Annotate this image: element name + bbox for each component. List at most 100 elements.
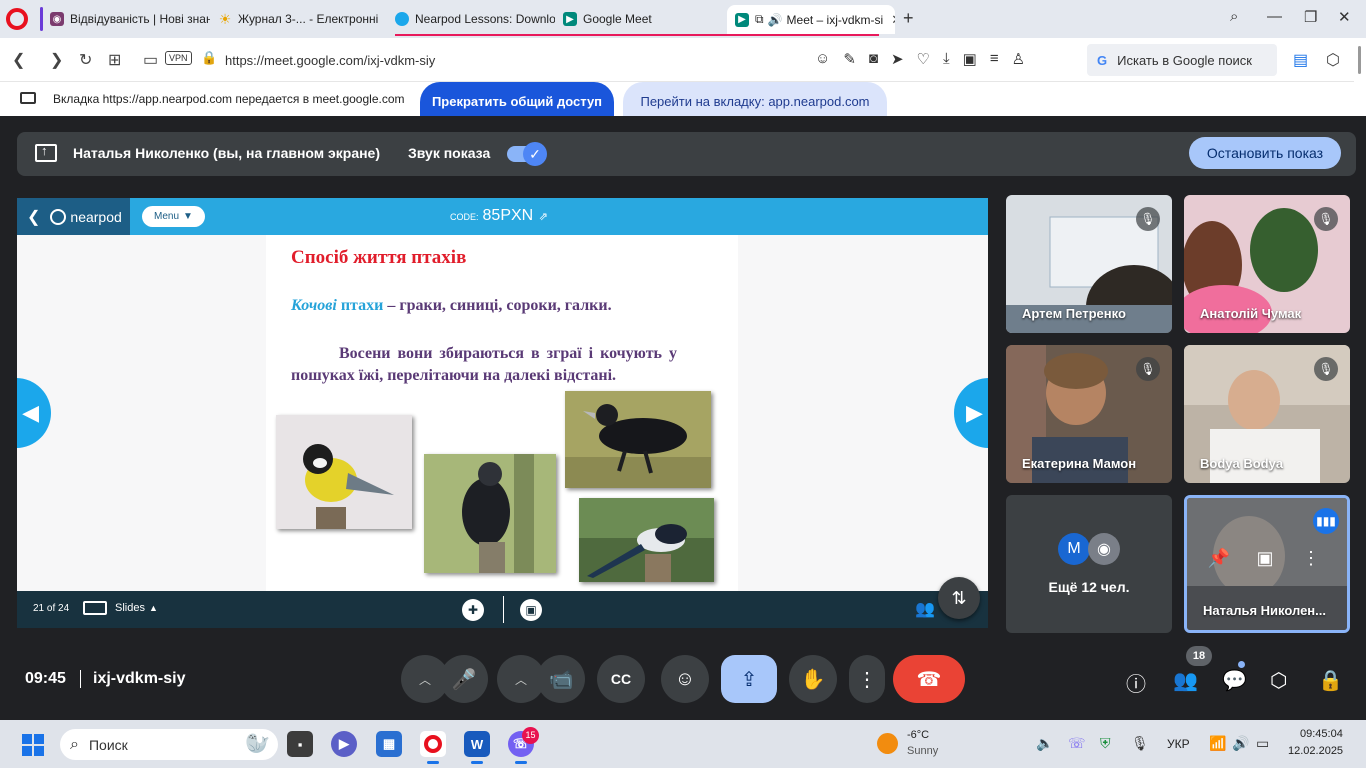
self-tile[interactable]: ▮▮▮ 📌 ▣ ⋮ Наталья Николен... [1184, 495, 1350, 633]
more-participants-tile[interactable]: M ◉ Ещё 12 чел. [1006, 495, 1172, 633]
participant-tile[interactable]: 🎙 Bodya Bodya [1184, 345, 1350, 483]
external-link-icon[interactable]: ⇗ [539, 211, 548, 223]
clock-date[interactable]: 12.02.2025 [1288, 745, 1343, 757]
go-to-tab-button[interactable]: Перейти на вкладку: app.nearpod.com [623, 82, 887, 120]
nearpod-logo-icon [50, 208, 67, 225]
vpn-badge[interactable]: VPN [165, 51, 192, 65]
caret-down-icon: ▼ [183, 211, 193, 222]
students-icon[interactable]: 👥 [915, 599, 935, 619]
present-button[interactable]: ⇪ [721, 655, 777, 703]
speaker-muted-icon[interactable]: 🔈 [1036, 735, 1053, 752]
tab-search-icon[interactable]: ⌕ [1230, 8, 1238, 25]
weather-sun-icon[interactable] [877, 733, 898, 754]
task-view-icon[interactable]: ▪ [287, 731, 313, 757]
back-icon[interactable]: ❮ [12, 50, 25, 70]
reactions-button[interactable]: ☺ [661, 655, 709, 703]
forward-icon[interactable]: ❯ [50, 50, 63, 70]
more-options-button[interactable]: ⋮ [849, 655, 885, 703]
minimize-icon[interactable]: — [1267, 8, 1282, 25]
defender-icon[interactable]: ⛨ [1100, 735, 1111, 752]
extensions-icon[interactable]: ⬡ [1326, 50, 1340, 70]
nearpod-logo-area[interactable]: ❮ nearpod [17, 198, 130, 235]
swap-layout-icon[interactable]: ⇅ [938, 577, 980, 619]
clock-time[interactable]: 09:45:04 [1300, 728, 1343, 740]
workspace-icon[interactable]: ▤ [1293, 50, 1308, 70]
host-controls-icon[interactable]: 🔒 [1318, 668, 1343, 693]
slides-toggle[interactable]: Slides ▲ [83, 601, 158, 615]
frame-icon[interactable]: ▣ [1249, 548, 1281, 569]
captions-icon: CC [610, 671, 632, 687]
snapshot-icon[interactable]: ▭ [143, 50, 158, 70]
tab-attendance[interactable]: ◉ Відвідуваність | Нові знан [50, 6, 210, 32]
opera-logo-icon[interactable] [6, 8, 28, 30]
back-chevron-icon[interactable]: ❮ [27, 207, 40, 227]
reports-icon[interactable]: ▣ [520, 599, 542, 621]
check-icon: ✓ [523, 142, 547, 166]
language-indicator[interactable]: УКР [1167, 737, 1190, 751]
share-notice-bar: Вкладка https://app.nearpod.com передает… [0, 82, 1366, 120]
stop-sharing-button[interactable]: Прекратить общий доступ [420, 82, 614, 120]
activities-icon[interactable]: ⬡ [1270, 668, 1287, 693]
volume-icon[interactable]: 🔊 [1232, 735, 1249, 752]
speaker-icon[interactable]: 🔊 [768, 13, 783, 27]
lock-icon[interactable]: 🔒 [201, 50, 217, 66]
store-icon[interactable]: ▦ [376, 731, 402, 757]
tab-journal[interactable]: ☀ Журнал 3-... - Електронні [218, 6, 378, 32]
battery-icon[interactable]: ▭ [1256, 735, 1269, 752]
pip-icon[interactable]: ⧉ [755, 12, 764, 27]
tab-meet-active[interactable]: ▶ ⧉ 🔊 Meet – ixj-vdkm-si ✕ [727, 5, 895, 34]
google-search-box[interactable]: G Искать в Google поиск [1087, 44, 1277, 76]
more-options-icon[interactable]: ⋮ [1295, 548, 1327, 569]
microphone-button[interactable]: 🎤 [440, 655, 488, 703]
captions-button[interactable]: CC [597, 655, 645, 703]
settings-icon[interactable]: ≡ [990, 50, 999, 68]
reload-icon[interactable]: ↻ [79, 50, 92, 70]
mic-tray-icon[interactable]: 🎙 [1131, 735, 1149, 752]
camera-button[interactable]: 📹 [537, 655, 585, 703]
windows-start-icon[interactable] [22, 734, 44, 756]
participant-tile[interactable]: 🎙 Артем Петренко [1006, 195, 1172, 333]
people-icon[interactable]: 👥 [1173, 668, 1198, 693]
new-tab-icon[interactable]: + [903, 8, 914, 29]
profile-icon[interactable]: ♙ [1012, 50, 1025, 68]
participant-tile[interactable]: 🎙 Анатолій Чумак [1184, 195, 1350, 333]
send-icon[interactable]: ➤ [891, 50, 904, 68]
close-tab-icon[interactable]: ✕ [891, 12, 895, 28]
raise-hand-button[interactable]: ✋ [789, 655, 837, 703]
leave-call-button[interactable]: ☎ [893, 655, 965, 703]
triangle-right-icon: ▶ [966, 400, 983, 425]
edit-icon[interactable]: ✎ [843, 50, 856, 68]
restore-icon[interactable]: ❐ [1304, 8, 1317, 26]
pin-icon[interactable]: 📌 [1203, 548, 1235, 569]
wifi-icon[interactable]: 📶 [1209, 735, 1226, 752]
emoji-icon[interactable]: ☺ [815, 50, 830, 68]
share-audio-toggle[interactable]: ✓ [507, 142, 547, 166]
tab-google-meet[interactable]: ▶ Google Meet [563, 6, 723, 32]
download-icon[interactable]: ⤓ [943, 50, 950, 68]
chat-icon[interactable]: 💬 [1222, 668, 1247, 693]
microphone-icon: 🎤 [451, 668, 477, 691]
taskbar-search[interactable]: ⌕ Поиск 🦭 [60, 729, 278, 760]
tab-title: Nearpod Lessons: Downlo [415, 12, 555, 26]
nearpod-menu-button[interactable]: Menu ▼ [142, 206, 205, 227]
add-activity-icon[interactable]: ✚ [462, 599, 484, 621]
slide-content: Спосіб життя птахів Кочові птахи – граки… [266, 235, 738, 591]
tab-nearpod[interactable]: Nearpod Lessons: Downlo [395, 6, 555, 32]
share-audio-label: Звук показа [408, 145, 491, 161]
heart-icon[interactable]: ♡ [917, 50, 930, 68]
browser-tab-bar: ◉ Відвідуваність | Нові знан ☀ Журнал 3-… [0, 0, 1366, 38]
nus-favicon-icon: ◉ [50, 12, 64, 26]
meet-now-icon[interactable]: ▶ [331, 731, 357, 757]
info-icon[interactable]: ⓘ [1126, 668, 1146, 697]
url-field[interactable]: https://meet.google.com/ixj-vdkm-siy [225, 53, 435, 68]
avatar: M [1058, 533, 1090, 565]
participant-tile[interactable]: 🎙 Екатерина Мамон [1006, 345, 1172, 483]
close-window-icon[interactable]: ✕ [1338, 8, 1351, 26]
camera-icon[interactable]: ◙ [869, 50, 878, 68]
stop-presenting-button[interactable]: Остановить показ [1189, 137, 1341, 169]
opera-taskbar-icon[interactable] [420, 731, 446, 764]
viber-tray-icon[interactable]: ☏ [1068, 735, 1086, 752]
player-icon[interactable]: ▣ [963, 50, 977, 68]
word-icon[interactable]: W [464, 731, 490, 764]
speed-dial-icon[interactable]: ⊞ [108, 50, 121, 70]
